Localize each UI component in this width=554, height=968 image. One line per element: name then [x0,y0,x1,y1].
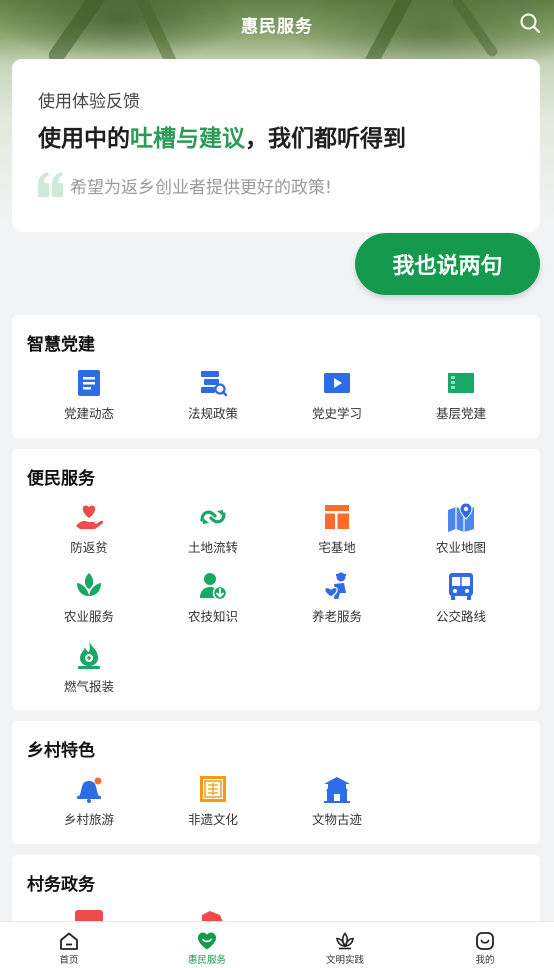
gas-flame-icon [78,642,100,669]
heart-service-icon [198,932,216,950]
page-title: 惠民服务 [241,17,313,37]
grid-item-policy[interactable]: 法规政策 [151,368,275,422]
section-rural-features: 乡村特色 乡村旅游 非遗文化 文物古迹 [12,721,540,844]
feedback-card: 使用体验反馈 使用中的吐槽与建议，我们都听得到 希望为返乡创业者提供更好的政策! [12,59,540,232]
bell-tour-icon [77,777,102,803]
section-title: 乡村特色 [27,741,95,761]
section-title: 便民服务 [27,469,95,489]
home-icon [60,932,78,950]
grid-item-rural-tourism[interactable]: 乡村旅游 [27,774,151,828]
farmer-download-icon [200,573,228,601]
grid-item-relics[interactable]: 文物古迹 [275,774,399,828]
section-smart-party: 智慧党建 党建动态 法规政策 党史学习 基层党建 [12,315,540,438]
tab-huimin-service[interactable]: 惠民服务 [138,922,276,968]
grid-item-land-transfer[interactable]: 土地流转 [151,502,275,556]
lotus-icon [336,932,354,950]
grid-item-homestead[interactable]: 宅基地 [275,502,399,556]
grid-item-agri-service[interactable]: 农业服务 [27,571,151,625]
document-icon [78,370,100,396]
house-plot-icon [325,505,349,529]
section-convenience: 便民服务 防返贫 土地流转 宅基地 农业地图 农业服务 农技知识 养老服务 公交… [12,449,540,710]
pavilion-icon [324,777,350,803]
grid-item-elderly-care[interactable]: 养老服务 [275,571,399,625]
grid-item-anti-poverty[interactable]: 防返贫 [27,502,151,556]
video-play-icon [324,373,350,393]
tab-civilization-practice[interactable]: 文明实践 [276,922,414,968]
grid-item-party-history[interactable]: 党史学习 [275,368,399,422]
search-icon[interactable] [518,11,542,35]
heart-hand-icon [76,505,104,529]
policy-search-icon [201,371,228,397]
section-title: 智慧党建 [27,335,95,355]
quote-icon [38,172,63,197]
heritage-seal-icon [200,776,226,802]
feedback-hint: 希望为返乡创业者提供更好的政策! [70,178,332,198]
smile-profile-icon [476,932,494,950]
feedback-subtitle: 使用体验反馈 [38,92,140,112]
map-pin-icon [448,502,474,532]
grid-item-grassroots[interactable]: 基层党建 [399,368,523,422]
recycle-icon [200,510,226,524]
sprout-icon [77,573,101,596]
elderly-care-icon [324,572,346,599]
feedback-submit-button[interactable]: 我也说两句 [355,233,540,295]
feedback-headline: 使用中的吐槽与建议，我们都听得到 [38,126,406,152]
flag-icon [448,373,474,393]
grid-item-gas-install[interactable]: 燃气报装 [27,641,151,695]
section-title: 村务政务 [27,875,95,895]
grid-item-heritage-culture[interactable]: 非遗文化 [151,774,275,828]
bottom-tabbar: 首页 惠民服务 文明实践 我的 [0,921,554,968]
tab-home[interactable]: 首页 [0,922,138,968]
bus-icon [449,573,473,600]
grid-item-agri-map[interactable]: 农业地图 [399,502,523,556]
tab-mine[interactable]: 我的 [416,922,554,968]
grid-item-bus-route[interactable]: 公交路线 [399,571,523,625]
grid-item-agri-knowledge[interactable]: 农技知识 [151,571,275,625]
grid-item-party-news[interactable]: 党建动态 [27,368,151,422]
